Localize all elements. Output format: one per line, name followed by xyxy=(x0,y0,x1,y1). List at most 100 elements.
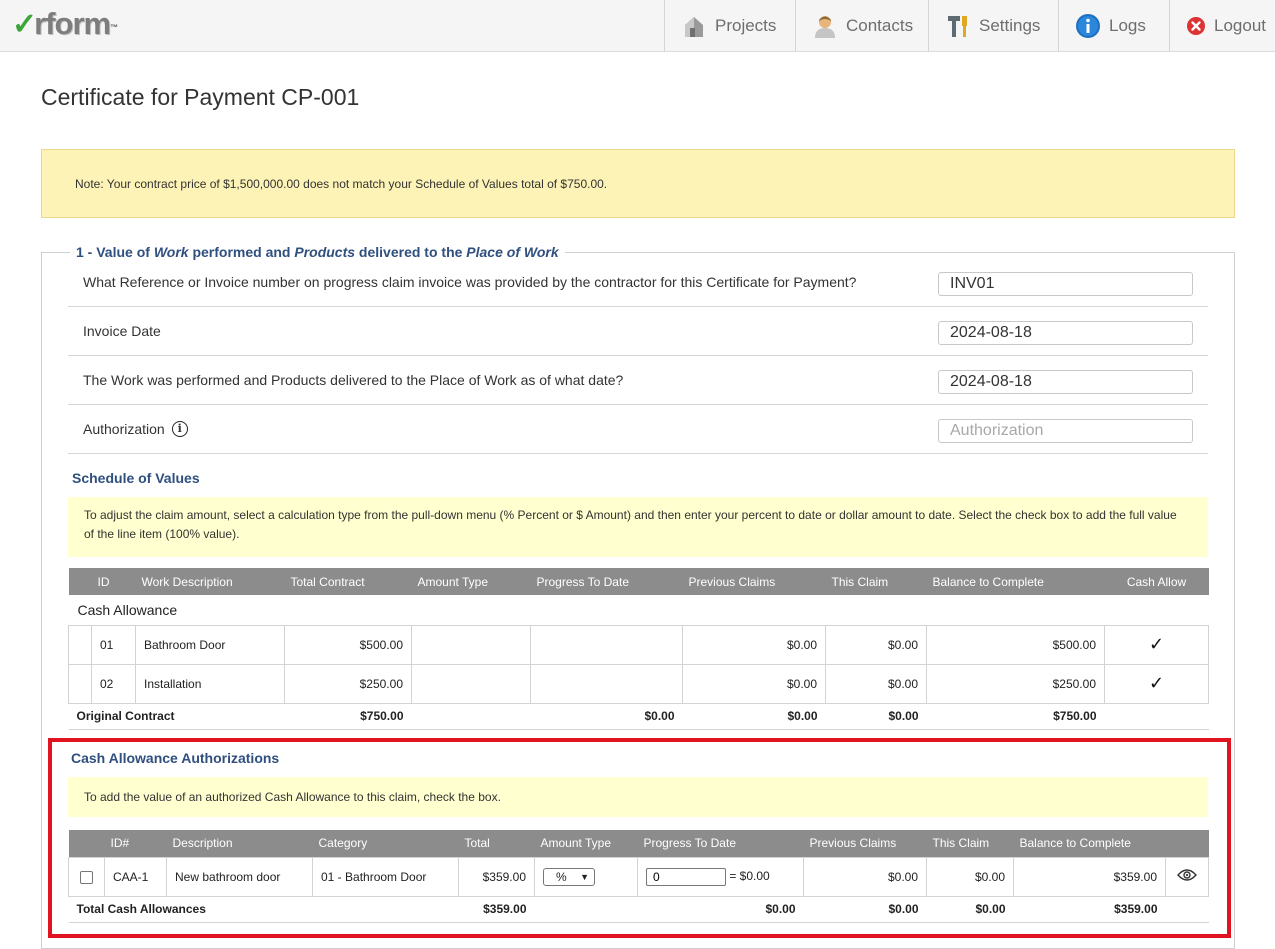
page-title: Certificate for Payment CP-001 xyxy=(41,84,360,110)
cell-amount-type xyxy=(411,663,531,704)
total-this-claim: $0.00 xyxy=(825,703,927,730)
table-header-row: ID Work Description Total Contract Amoun… xyxy=(68,568,1209,595)
question-label: The Work was performed and Products deli… xyxy=(83,372,624,388)
col-balance-to-complete: Balance to Complete xyxy=(1013,830,1166,857)
group-label: Cash Allowance xyxy=(68,595,1209,626)
cell-category: 01 - Bathroom Door xyxy=(312,856,459,897)
nav-settings[interactable]: Settings xyxy=(928,0,1058,52)
table-row: CAA-1 New bathroom door 01 - Bathroom Do… xyxy=(68,856,1209,897)
cell-progress xyxy=(530,663,683,704)
chevron-down-icon: ▼ xyxy=(580,871,589,882)
question-label: What Reference or Invoice number on prog… xyxy=(83,274,857,290)
caa-help-box: To add the value of an authorized Cash A… xyxy=(68,777,1208,817)
logo-check-mark: ✓ xyxy=(12,8,37,41)
col-id: ID xyxy=(91,568,136,595)
cell-progress: = $0.00 xyxy=(637,856,804,897)
work-date-input[interactable] xyxy=(938,370,1193,394)
cell-select xyxy=(68,856,105,897)
cell-description: Bathroom Door xyxy=(135,624,285,665)
progress-result: = $0.00 xyxy=(729,868,770,883)
total-row-original-contract: Original Contract $750.00 $0.00 $0.00 $0… xyxy=(68,703,1209,730)
col-total: Total xyxy=(458,830,535,857)
house-icon xyxy=(681,13,707,39)
close-circle-icon xyxy=(1186,16,1206,36)
authorization-input[interactable] xyxy=(938,419,1193,443)
info-circle-icon[interactable]: i xyxy=(171,421,188,437)
nav-contacts[interactable]: Contacts xyxy=(795,0,928,52)
col-category: Category xyxy=(312,830,459,857)
schedule-of-values-heading: Schedule of Values xyxy=(72,470,200,486)
cell-id: 01 xyxy=(91,624,136,665)
cell-previous: $0.00 xyxy=(682,663,826,704)
add-to-claim-checkbox[interactable] xyxy=(80,870,93,884)
cell-balance: $250.00 xyxy=(926,663,1105,704)
nav-logout[interactable]: Logout xyxy=(1169,0,1275,52)
sov-help-text: To adjust the claim amount, select a cal… xyxy=(84,508,1177,541)
notice-text: Note: Your contract price of $1,500,000.… xyxy=(75,176,608,191)
nav-projects[interactable]: Projects xyxy=(664,0,795,52)
total-balance: $750.00 xyxy=(926,703,1105,730)
cell-this-claim: $0.00 xyxy=(825,663,927,704)
progress-to-date-input[interactable] xyxy=(646,867,726,886)
nav-contacts-label: Contacts xyxy=(846,16,914,35)
question-row-work-date: The Work was performed and Products deli… xyxy=(68,356,1208,405)
total-contract: $750.00 xyxy=(284,703,412,730)
app-logo[interactable]: ✓rform™ xyxy=(12,6,118,42)
cell-total-contract: $250.00 xyxy=(284,663,412,704)
group-row-cash-allowance: Cash Allowance xyxy=(68,595,1209,626)
amount-type-select[interactable]: % ▼ xyxy=(543,867,595,886)
cash-allowance-authorizations-heading: Cash Allowance Authorizations xyxy=(71,750,280,766)
cell-cash-allow: ✓ xyxy=(1104,663,1209,704)
cell-cash-allow: ✓ xyxy=(1104,624,1209,665)
col-description: Description xyxy=(166,830,313,857)
table-row: 02 Installation $250.00 $0.00 $0.00 $250… xyxy=(68,663,1209,704)
cell-description: New bathroom door xyxy=(166,856,313,897)
sov-help-box: To adjust the claim amount, select a cal… xyxy=(68,497,1208,557)
invoice-date-input[interactable] xyxy=(938,321,1193,345)
cell-this-claim: $0.00 xyxy=(926,856,1014,897)
tools-icon xyxy=(945,13,971,39)
checkmark-icon: ✓ xyxy=(1148,634,1165,654)
cell-total-contract: $500.00 xyxy=(284,624,412,665)
cell-amount-type xyxy=(411,624,531,665)
caa-help-text: To add the value of an authorized Cash A… xyxy=(84,790,501,804)
total-label: Total Cash Allowances xyxy=(68,896,459,923)
col-amount-type: Amount Type xyxy=(411,568,531,595)
cell-id: 02 xyxy=(91,663,136,704)
cell-amount-type: % ▼ xyxy=(534,856,638,897)
nav-logs-label: Logs xyxy=(1109,16,1146,35)
col-work-description: Work Description xyxy=(135,568,285,595)
total-label: Original Contract xyxy=(68,703,285,730)
col-amount-type: Amount Type xyxy=(534,830,638,857)
logo-text: rform xyxy=(34,6,111,41)
col-this-claim: This Claim xyxy=(926,830,1014,857)
nav-settings-label: Settings xyxy=(979,16,1041,35)
main-nav: Projects Contacts Settings Logs Logout xyxy=(664,0,1275,52)
total-previous: $0.00 xyxy=(682,703,826,730)
logo-trademark: ™ xyxy=(110,23,119,32)
table-header-row: ID# Description Category Total Amount Ty… xyxy=(68,830,1209,857)
total-total: $359.00 xyxy=(458,896,535,923)
total-progress: $0.00 xyxy=(637,896,804,923)
checkmark-icon: ✓ xyxy=(1148,673,1165,693)
col-this-claim: This Claim xyxy=(825,568,927,595)
invoice-number-input[interactable] xyxy=(938,272,1193,296)
cell-balance: $359.00 xyxy=(1013,856,1166,897)
nav-logs[interactable]: Logs xyxy=(1058,0,1169,52)
cell-view xyxy=(1165,856,1209,897)
eye-icon[interactable] xyxy=(1177,868,1197,885)
cell-previous: $0.00 xyxy=(682,624,826,665)
info-icon xyxy=(1075,13,1101,39)
cell-id: CAA-1 xyxy=(104,856,167,897)
schedule-of-values-table: ID Work Description Total Contract Amoun… xyxy=(68,568,1209,730)
person-icon xyxy=(812,13,838,39)
cell-total: $359.00 xyxy=(458,856,535,897)
nav-projects-label: Projects xyxy=(715,16,777,35)
total-progress: $0.00 xyxy=(530,703,683,730)
contract-mismatch-notice: Note: Your contract price of $1,500,000.… xyxy=(41,149,1235,218)
cell-this-claim: $0.00 xyxy=(825,624,927,665)
nav-logout-label: Logout xyxy=(1214,16,1266,35)
question-row-invoice-number: What Reference or Invoice number on prog… xyxy=(68,258,1208,307)
cell-balance: $500.00 xyxy=(926,624,1105,665)
col-cash-allow: Cash Allow xyxy=(1104,568,1209,595)
